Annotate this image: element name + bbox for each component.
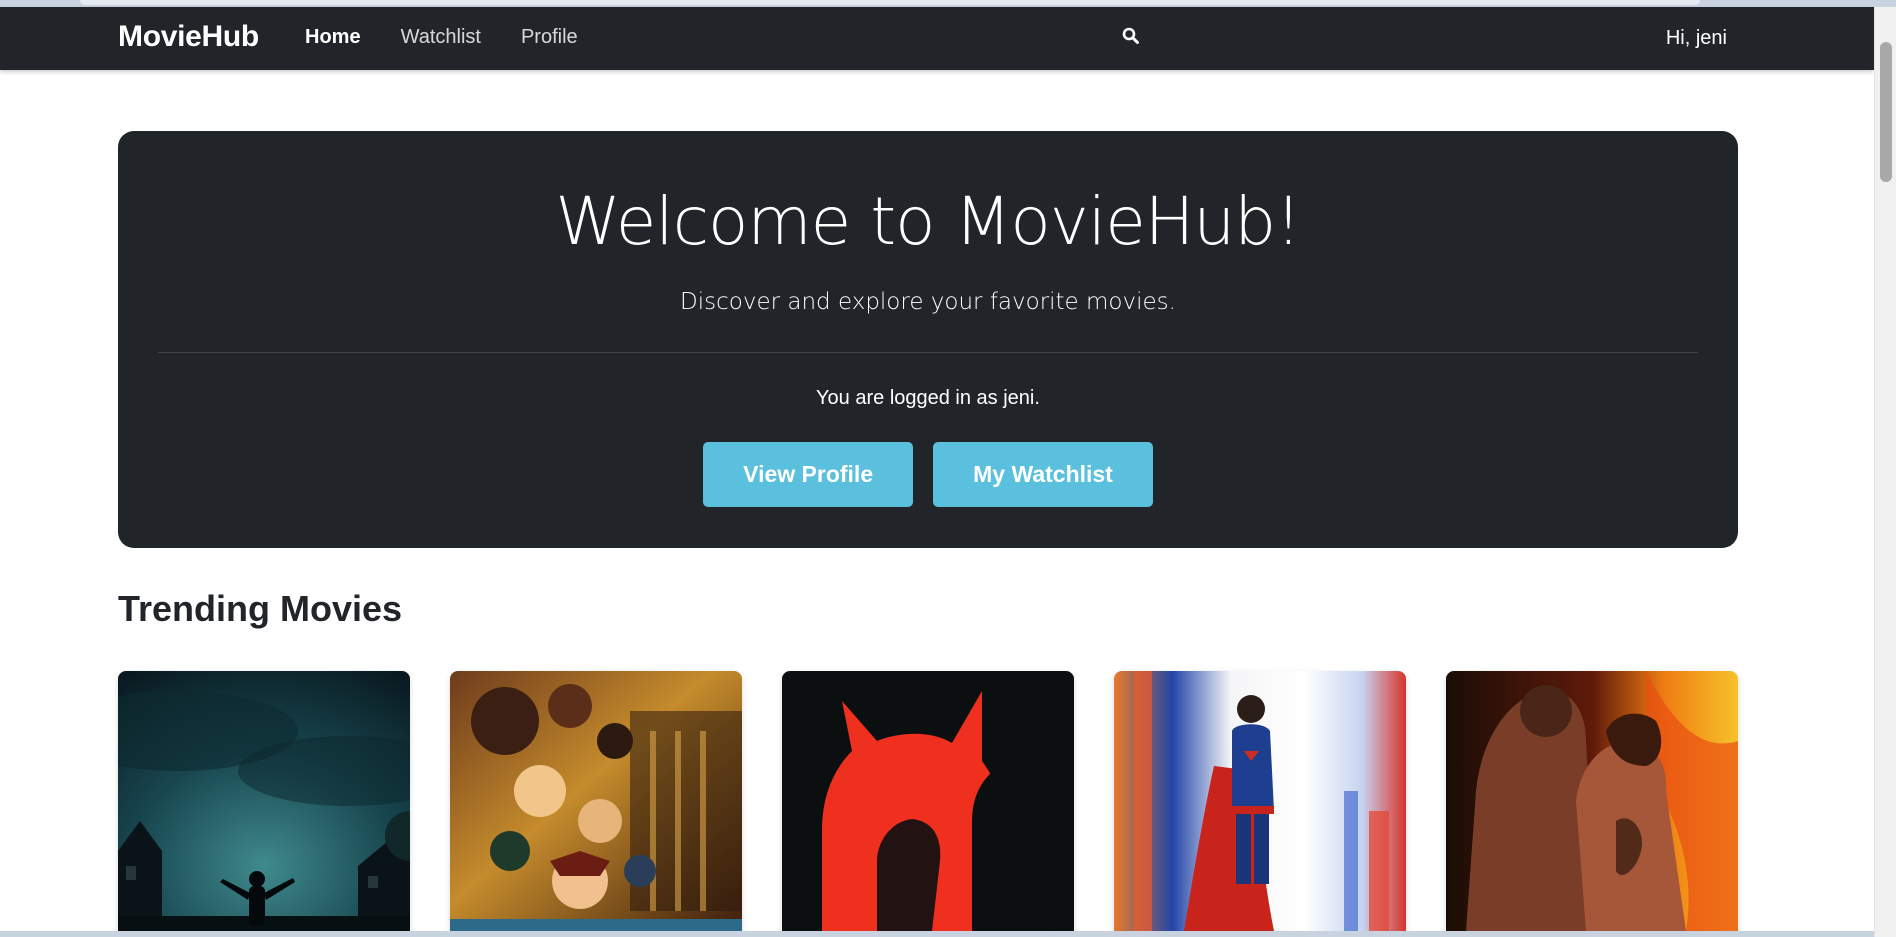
movie-card-1[interactable] <box>118 671 410 931</box>
scrollbar-thumb[interactable] <box>1880 42 1892 182</box>
nav-link-watchlist[interactable]: Watchlist <box>401 26 481 49</box>
trending-movies-row <box>118 671 1738 931</box>
browser-address-pill <box>80 0 1700 5</box>
browser-top-strip <box>0 0 1896 7</box>
movie-card-5[interactable] <box>1446 671 1738 931</box>
login-status: You are logged in as jeni. <box>816 387 1040 409</box>
nav-link-profile[interactable]: Profile <box>521 26 578 49</box>
movie-card-3[interactable] <box>782 671 1074 931</box>
my-watchlist-button[interactable]: My Watchlist <box>933 442 1153 507</box>
nav-link-home[interactable]: Home <box>305 26 361 49</box>
movie-poster-3 <box>782 671 1074 931</box>
nav-links: Home Watchlist Profile <box>305 26 578 49</box>
hero-divider <box>158 352 1698 353</box>
view-profile-button[interactable]: View Profile <box>703 442 914 507</box>
movie-poster-5 <box>1446 671 1738 931</box>
movie-poster-1 <box>118 671 410 931</box>
hero-buttons: View Profile My Watchlist <box>118 442 1738 507</box>
movie-card-2[interactable] <box>450 671 742 931</box>
movie-card-4[interactable] <box>1114 671 1406 931</box>
navbar: MovieHub Home Watchlist Profile Hi, jeni <box>0 7 1874 70</box>
hero-lead: Discover and explore your favorite movie… <box>680 289 1176 315</box>
trending-movies-heading: Trending Movies <box>118 588 403 629</box>
user-greeting[interactable]: Hi, jeni <box>1666 27 1727 50</box>
hero-banner: Welcome to MovieHub! Discover and explor… <box>118 131 1738 548</box>
search-button[interactable] <box>1118 21 1142 49</box>
movie-poster-2 <box>450 671 742 931</box>
hero-title: Welcome to MovieHub! <box>555 183 1301 260</box>
movie-poster-4 <box>1114 671 1406 931</box>
browser-bottom-strip <box>0 931 1874 937</box>
search-icon <box>1122 27 1139 44</box>
page-scrollbar[interactable] <box>1874 7 1896 937</box>
brand-logo[interactable]: MovieHub <box>118 20 259 54</box>
